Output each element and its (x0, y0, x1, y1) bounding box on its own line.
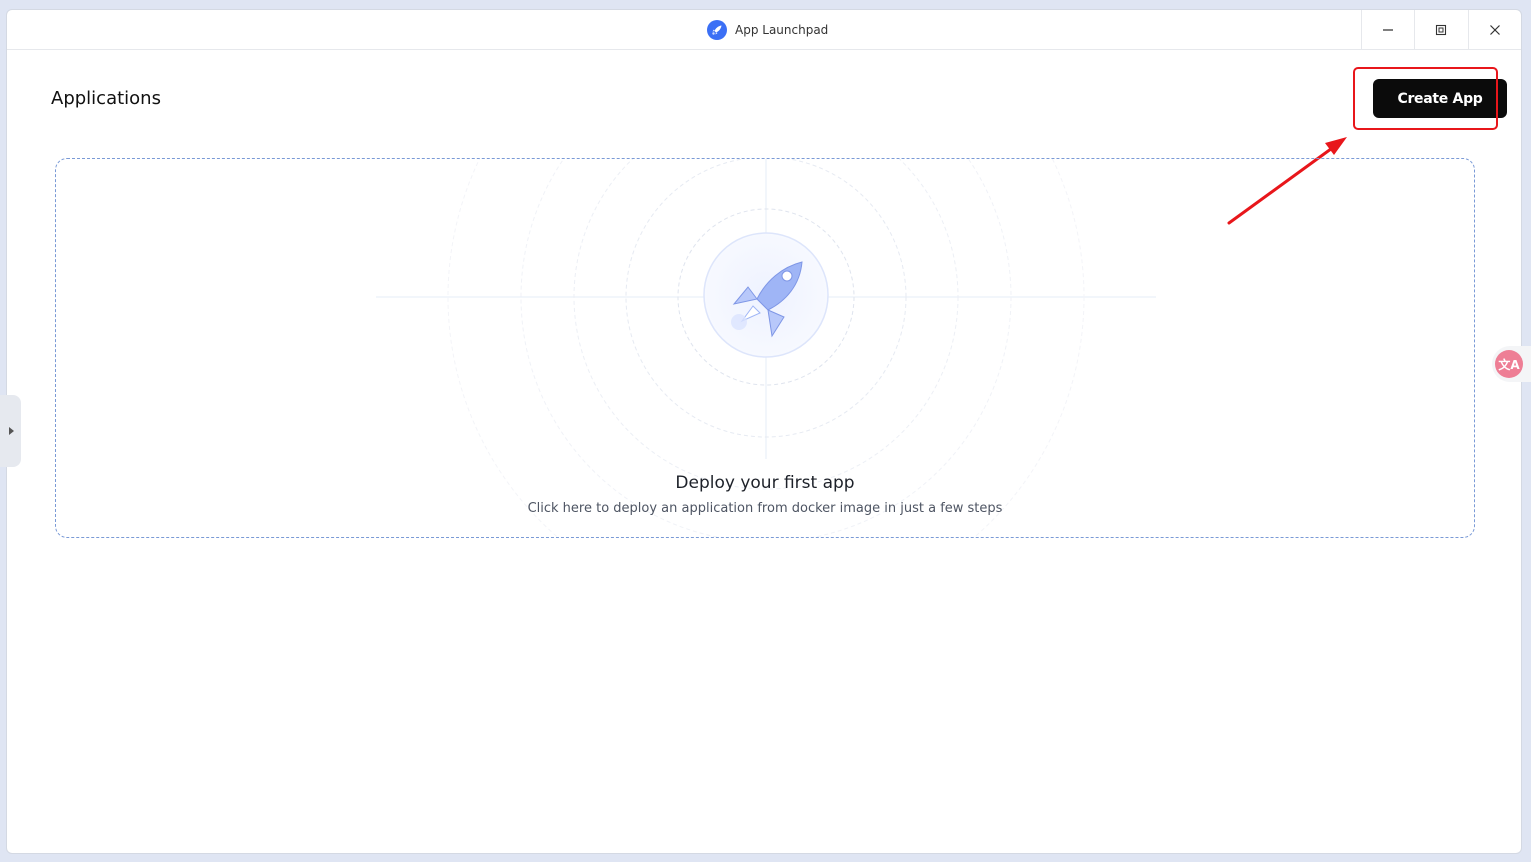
app-window: App Launchpad Applications Create App De… (6, 9, 1522, 854)
restore-icon (1435, 24, 1447, 35)
sidebar-toggle-tab[interactable] (0, 395, 21, 467)
title-bar: App Launchpad (7, 10, 1521, 50)
minimize-icon (1383, 28, 1393, 31)
deploy-first-app-card[interactable]: Deploy your first app Click here to depl… (55, 158, 1475, 538)
window-title: App Launchpad (735, 23, 829, 37)
close-icon (1490, 24, 1500, 35)
maximize-button[interactable] (1414, 10, 1467, 49)
page-title: Applications (51, 88, 161, 109)
minimize-button[interactable] (1361, 10, 1414, 49)
caret-right-icon (8, 427, 14, 435)
translate-widget-button[interactable]: 文A (1492, 346, 1531, 382)
translate-icon: 文A (1495, 350, 1523, 378)
close-button[interactable] (1468, 10, 1521, 49)
create-app-button[interactable]: Create App (1373, 79, 1507, 118)
empty-state-subtitle: Click here to deploy an application from… (527, 501, 1003, 516)
empty-state-title: Deploy your first app (675, 473, 855, 493)
window-title-group: App Launchpad (707, 20, 828, 40)
app-launchpad-logo-icon (707, 20, 727, 40)
